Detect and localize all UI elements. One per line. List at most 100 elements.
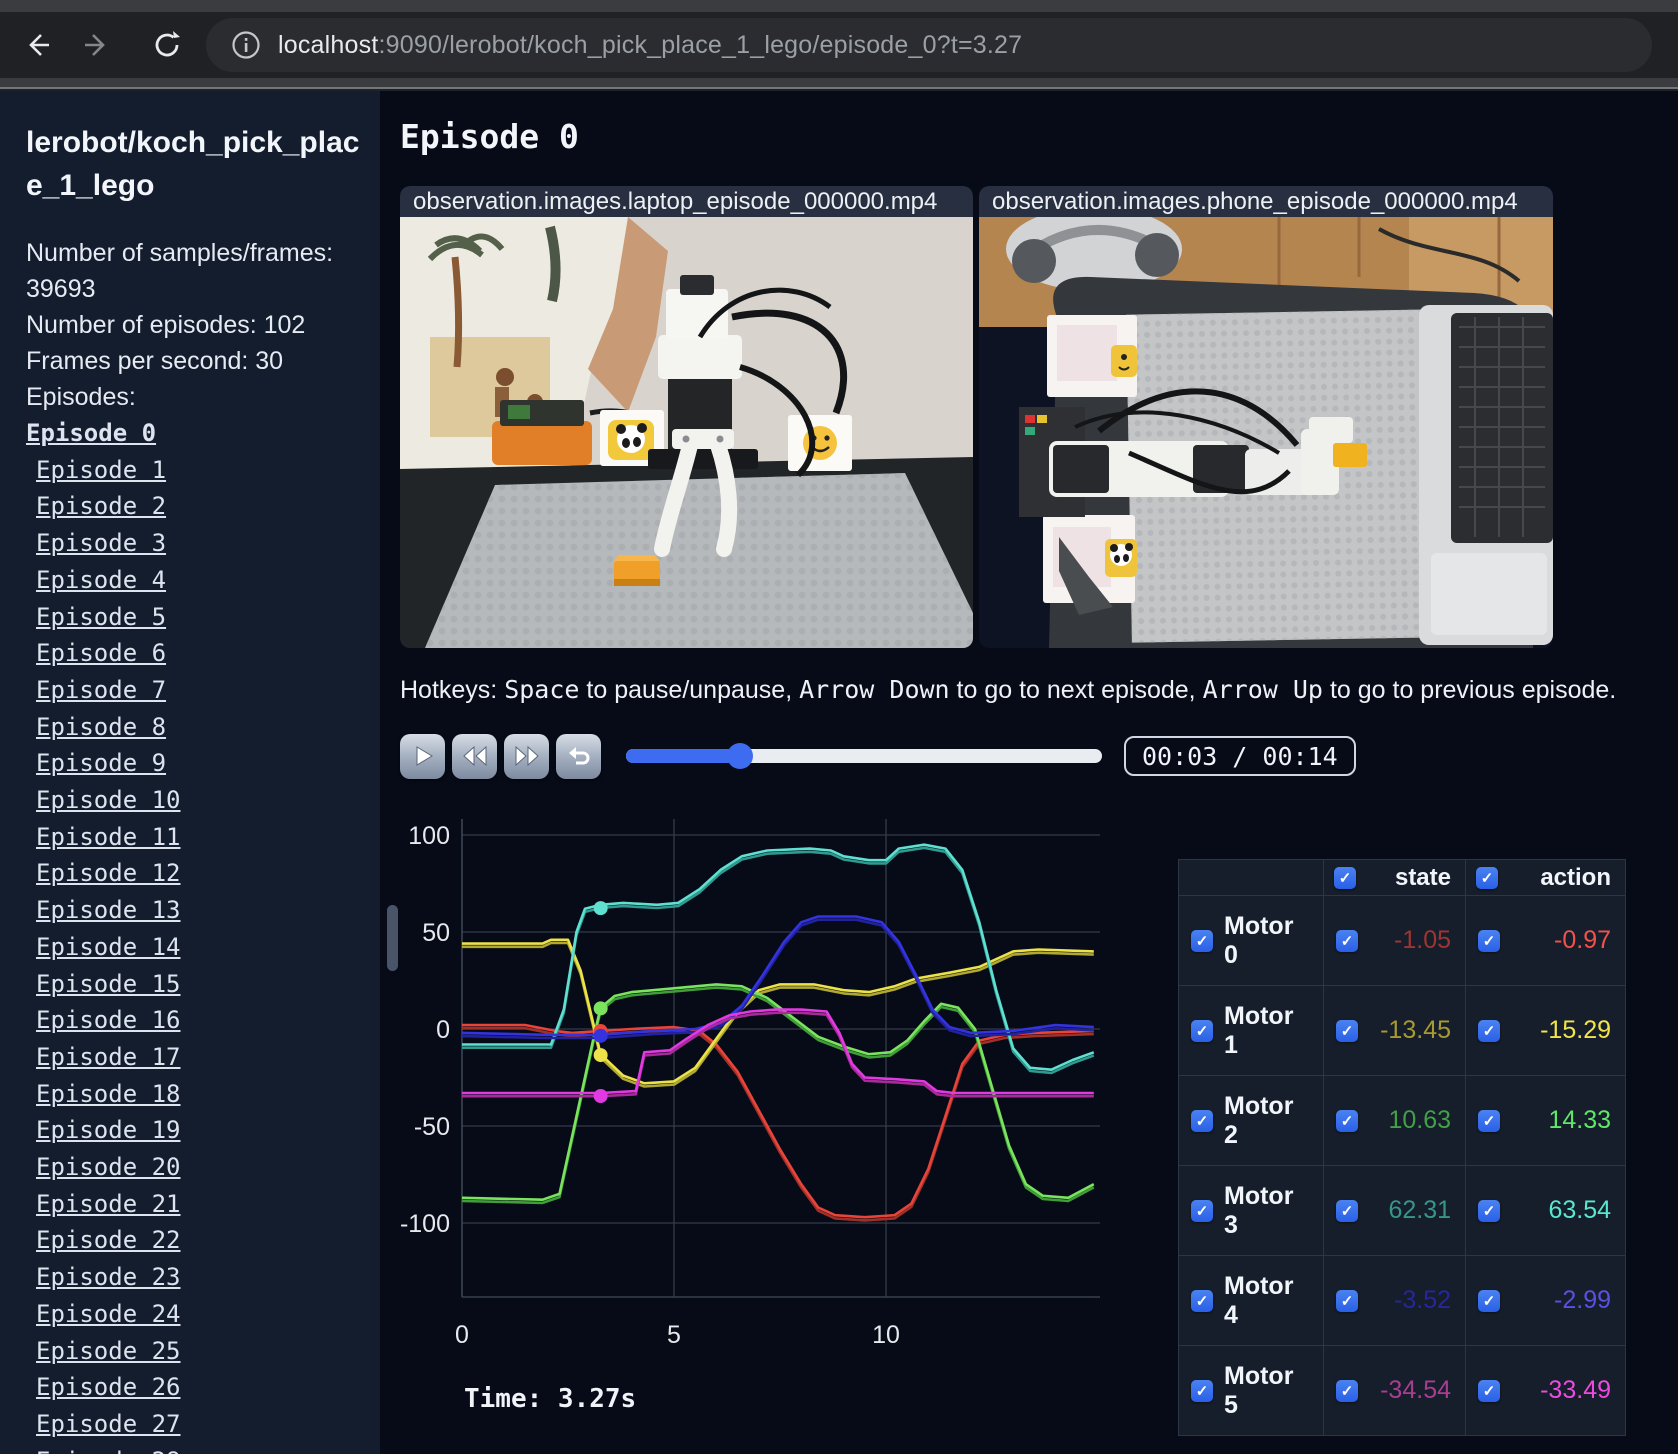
episode-list-item: Episode 5	[26, 601, 362, 638]
laptop-video[interactable]: observation.images.laptop_episode_000000…	[400, 186, 973, 648]
checkbox-motor-5-action[interactable]: ✓	[1478, 1379, 1500, 1402]
motor-4-state-line	[462, 918, 1094, 1040]
episode-link-episode-24[interactable]: Episode 24	[36, 1300, 181, 1328]
episode-list-item: Episode 10	[26, 784, 362, 821]
episode-link-episode-7[interactable]: Episode 7	[36, 676, 166, 704]
episode-link-episode-27[interactable]: Episode 27	[36, 1410, 181, 1438]
dataset-title: lerobot/koch_pick_place_1_lego	[26, 126, 360, 202]
episode-link-episode-15[interactable]: Episode 15	[36, 970, 181, 998]
checkbox-motor-1[interactable]: ✓	[1191, 1019, 1213, 1042]
motor-state-value: -1.05	[1394, 926, 1451, 954]
episode-link-episode-28[interactable]: Episode 28	[36, 1447, 181, 1454]
episode-list-item: Episode 2	[26, 490, 362, 527]
episode-link-episode-13[interactable]: Episode 13	[36, 896, 181, 924]
episode-link-episode-1[interactable]: Episode 1	[36, 456, 166, 484]
episode-link-episode-26[interactable]: Episode 26	[36, 1373, 181, 1401]
episode-link-episode-8[interactable]: Episode 8	[36, 713, 166, 741]
motor-name-cell: ✓ Motor 0	[1178, 895, 1324, 986]
stat-episodes: Number of episodes: 102	[26, 311, 306, 339]
x-tick-label: 5	[667, 1321, 681, 1349]
episode-list-item: Episode 19	[26, 1114, 362, 1151]
smiley-box-top	[1047, 315, 1137, 397]
sidebar: lerobot/koch_pick_place_1_lego Number of…	[0, 91, 380, 1454]
motor-state-cell: ✓ -1.05	[1323, 895, 1466, 986]
fast-forward-icon	[515, 745, 539, 767]
episode-link-episode-4[interactable]: Episode 4	[36, 566, 166, 594]
checkbox-motor-1-state[interactable]: ✓	[1336, 1019, 1358, 1042]
episode-link-episode-25[interactable]: Episode 25	[36, 1337, 181, 1365]
site-info-icon[interactable]	[226, 25, 266, 65]
laptop-video-frame	[400, 217, 973, 648]
time-display: 00:03 / 00:14	[1124, 736, 1356, 776]
url-bar[interactable]: localhost:9090/lerobot/koch_pick_place_1…	[206, 18, 1652, 72]
videos-row: observation.images.laptop_episode_000000…	[400, 186, 1678, 648]
motor-action-value: -0.97	[1554, 926, 1611, 954]
loop-button[interactable]	[556, 733, 601, 779]
episode-link-episode-5[interactable]: Episode 5	[36, 603, 166, 631]
checkbox-motor-0-state[interactable]: ✓	[1336, 929, 1358, 952]
motor-action-value: 14.33	[1548, 1106, 1611, 1134]
back-icon[interactable]	[14, 22, 60, 68]
episode-link-episode-14[interactable]: Episode 14	[36, 933, 181, 961]
header-action-label: action	[1540, 863, 1611, 891]
episode-list-item: Episode 28	[26, 1445, 362, 1454]
url-path: :9090/lerobot/koch_pick_place_1_lego/epi…	[378, 30, 1023, 59]
episode-link-episode-2[interactable]: Episode 2	[36, 492, 166, 520]
phone-video[interactable]: observation.images.phone_episode_000000.…	[979, 186, 1553, 648]
episode-list-item: Episode 22	[26, 1224, 362, 1261]
reload-icon[interactable]	[144, 22, 190, 68]
episode-link-episode-16[interactable]: Episode 16	[36, 1006, 181, 1034]
episode-link-episode-6[interactable]: Episode 6	[36, 639, 166, 667]
episode-link-episode-11[interactable]: Episode 11	[36, 823, 181, 851]
episode-link-episode-22[interactable]: Episode 22	[36, 1226, 181, 1254]
checkbox-all-action[interactable]: ✓	[1476, 866, 1498, 889]
motor-4-action-line	[462, 915, 1094, 1037]
episode-link-episode-10[interactable]: Episode 10	[36, 786, 181, 814]
hotkey-arrow-up: Arrow Up	[1202, 675, 1323, 704]
checkbox-motor-3-action[interactable]: ✓	[1478, 1199, 1500, 1222]
checkbox-motor-2-action[interactable]: ✓	[1478, 1109, 1500, 1132]
seek-slider[interactable]	[626, 743, 1102, 769]
episode-list-item: Episode 16	[26, 1004, 362, 1041]
seek-slider-thumb[interactable]	[727, 743, 754, 769]
motor-name-cell: ✓ Motor 2	[1178, 1075, 1324, 1166]
checkbox-motor-3-state[interactable]: ✓	[1336, 1199, 1358, 1222]
table-row: ✓ Motor 5 ✓ -34.54 ✓ -33.49	[1178, 1345, 1626, 1436]
checkbox-motor-5-state[interactable]: ✓	[1336, 1379, 1358, 1402]
forward-icon[interactable]	[74, 22, 120, 68]
x-tick-label: 10	[872, 1321, 900, 1349]
episode-link-episode-18[interactable]: Episode 18	[36, 1080, 181, 1108]
checkbox-motor-4-action[interactable]: ✓	[1478, 1289, 1500, 1312]
checkbox-motor-1-action[interactable]: ✓	[1478, 1019, 1500, 1042]
table-row: ✓ Motor 2 ✓ 10.63 ✓ 14.33	[1178, 1075, 1626, 1166]
checkbox-motor-4[interactable]: ✓	[1191, 1289, 1213, 1312]
episode-link-episode-17[interactable]: Episode 17	[36, 1043, 181, 1071]
episode-list-item: Episode 24	[26, 1298, 362, 1335]
checkbox-all-state[interactable]: ✓	[1334, 866, 1356, 889]
chart-block: 100 50 0 -50 -100 0 5 10 Time: 3.27s	[400, 805, 1110, 1436]
episode-link-episode-20[interactable]: Episode 20	[36, 1153, 181, 1181]
checkbox-motor-5[interactable]: ✓	[1191, 1379, 1213, 1402]
episode-link-episode-0[interactable]: Episode 0	[26, 419, 156, 447]
checkbox-motor-2-state[interactable]: ✓	[1336, 1109, 1358, 1132]
episode-link-episode-12[interactable]: Episode 12	[36, 859, 181, 887]
fast-forward-button[interactable]	[504, 733, 549, 779]
hotkey-space: Space	[504, 675, 580, 704]
episode-link-episode-9[interactable]: Episode 9	[36, 749, 166, 777]
episode-list-item: Episode 3	[26, 527, 362, 564]
checkbox-motor-4-state[interactable]: ✓	[1336, 1289, 1358, 1312]
episode-link-episode-3[interactable]: Episode 3	[36, 529, 166, 557]
hotkeys-help: Hotkeys: Space to pause/unpause, Arrow D…	[400, 675, 1678, 705]
episode-list-item: Episode 9	[26, 747, 362, 784]
url-text[interactable]: localhost:9090/lerobot/koch_pick_place_1…	[278, 31, 1022, 60]
checkbox-motor-3[interactable]: ✓	[1191, 1199, 1213, 1222]
episode-link-episode-21[interactable]: Episode 21	[36, 1190, 181, 1218]
checkbox-motor-2[interactable]: ✓	[1191, 1109, 1213, 1132]
rewind-button[interactable]	[452, 733, 497, 779]
checkbox-motor-0[interactable]: ✓	[1191, 929, 1213, 952]
episode-link-episode-19[interactable]: Episode 19	[36, 1116, 181, 1144]
episode-link-episode-23[interactable]: Episode 23	[36, 1263, 181, 1291]
play-button[interactable]	[400, 733, 445, 779]
hotkey-arrow-down: Arrow Down	[799, 675, 950, 704]
checkbox-motor-0-action[interactable]: ✓	[1478, 929, 1500, 952]
